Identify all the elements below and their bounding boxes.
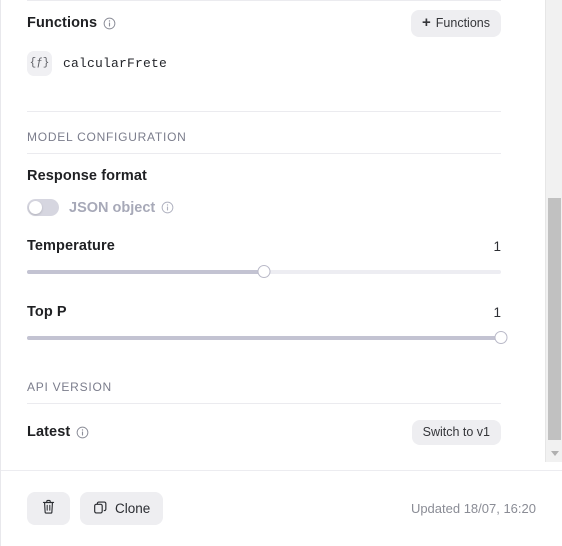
api-version-current-label: Latest: [27, 424, 71, 441]
add-functions-button[interactable]: + Functions: [411, 9, 501, 37]
vertical-scrollbar[interactable]: [545, 0, 562, 462]
scrollbar-thumb[interactable]: [548, 198, 561, 440]
top-p-label: Top P: [27, 304, 67, 320]
scrollbar-down-button[interactable]: [546, 445, 562, 462]
function-icon: {ƒ}: [27, 50, 52, 76]
api-version-row: Latest Switch to v1: [27, 404, 501, 445]
functions-title: Functions: [27, 15, 116, 31]
top-p-header: Top P 1: [27, 304, 501, 320]
updated-timestamp: Updated 18/07, 16:20: [410, 501, 536, 516]
settings-panel: Functions + Functions {ƒ} calcularFrete …: [0, 0, 562, 546]
functions-section-header: Functions + Functions: [27, 1, 501, 45]
top-p-value: 1: [493, 304, 501, 320]
json-object-toggle-row[interactable]: JSON object: [27, 199, 501, 216]
json-object-toggle-label-group: JSON object: [69, 200, 174, 216]
info-icon[interactable]: [76, 426, 89, 439]
trash-icon: [41, 499, 56, 518]
scrollable-content-area: Functions + Functions {ƒ} calcularFrete …: [1, 0, 562, 470]
top-p-slider-knob[interactable]: [494, 331, 508, 344]
temperature-slider-fill: [27, 270, 264, 274]
json-object-label: JSON object: [69, 199, 156, 216]
json-object-toggle[interactable]: [27, 199, 59, 216]
temperature-slider-knob[interactable]: [257, 265, 271, 278]
delete-button[interactable]: [27, 492, 70, 525]
function-name: calcularFrete: [63, 55, 168, 71]
chevron-down-icon: [550, 451, 559, 456]
add-functions-label: Functions: [435, 15, 490, 30]
settings-scroll-panel: Functions + Functions {ƒ} calcularFrete …: [1, 0, 527, 470]
action-buttons: Clone: [27, 492, 164, 525]
info-icon[interactable]: [161, 201, 174, 214]
toggle-knob: [29, 201, 42, 214]
copy-icon: [93, 500, 108, 518]
api-version-label: API VERSION: [27, 380, 112, 394]
response-format-label: Response format: [27, 168, 147, 184]
bottom-action-bar: Clone Updated 18/07, 16:20: [1, 470, 562, 546]
temperature-block: Temperature 1: [27, 238, 501, 282]
top-p-slider-fill: [27, 336, 501, 340]
top-p-block: Top P 1: [27, 304, 508, 348]
temperature-label: Temperature: [27, 238, 115, 254]
temperature-header: Temperature 1: [27, 238, 501, 254]
switch-to-v1-button[interactable]: Switch to v1: [411, 420, 501, 445]
api-version-current: Latest: [27, 424, 89, 440]
top-p-slider[interactable]: [27, 328, 508, 348]
info-icon[interactable]: [103, 17, 116, 30]
switch-to-v1-label: Switch to v1: [422, 425, 490, 439]
temperature-slider[interactable]: [27, 262, 501, 282]
clone-label: Clone: [115, 501, 151, 516]
temperature-value: 1: [493, 238, 501, 254]
response-format-block: Response format JSON object: [27, 154, 501, 216]
clone-button[interactable]: Clone: [80, 492, 164, 525]
plus-icon: +: [422, 14, 431, 31]
model-configuration-label: MODEL CONFIGURATION: [27, 130, 187, 144]
function-list-item[interactable]: {ƒ} calcularFrete: [27, 43, 501, 83]
functions-title-label: Functions: [27, 15, 98, 31]
